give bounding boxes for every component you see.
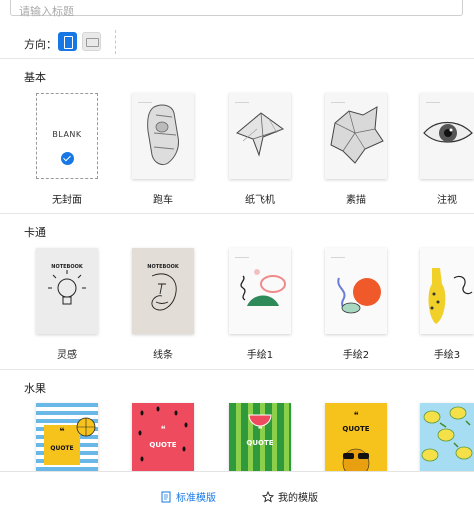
card-label: 灵感 [57, 350, 77, 361]
handdrawn-shapes-2 [337, 277, 381, 314]
divider [0, 58, 474, 59]
template-card-gaze[interactable] [420, 93, 474, 179]
watermelon-icon [248, 414, 272, 427]
tab-my-templates[interactable]: 我的模版 [262, 489, 318, 504]
card-label: 手绘1 [246, 350, 274, 361]
orientation-row: 方向： [0, 28, 474, 58]
template-card-inspiration[interactable]: NOTEBOOK [36, 248, 98, 334]
handdrawn-shapes-3 [428, 268, 473, 324]
template-card-fruit-2[interactable]: ❝ QUOTE [132, 403, 194, 471]
template-card-handdrawn-2[interactable] [325, 248, 387, 334]
line-face-drawing [151, 273, 177, 311]
card-label: 纸飞机 [245, 195, 275, 206]
quote-mark-icon: ❝ [160, 425, 166, 435]
divider [0, 369, 474, 370]
blank-cover-text: BLANK [52, 130, 82, 139]
crumpled-paper-sketch [330, 106, 384, 164]
search-input[interactable] [11, 4, 462, 19]
section-title-basic: 基本 [24, 71, 46, 84]
quote-mark-icon: ❝ [257, 425, 263, 435]
card-label: 跑车 [153, 195, 173, 206]
template-card-sketch[interactable] [325, 93, 387, 179]
tab-label: 标准模版 [176, 493, 216, 504]
template-card-lines[interactable]: NOTEBOOK [132, 248, 194, 334]
orientation-label: 方向： [24, 38, 57, 51]
section-title-cartoon: 卡通 [24, 226, 46, 239]
divider [115, 30, 116, 54]
divider [0, 213, 474, 214]
template-card-fruit-4[interactable]: ❝ QUOTE [325, 403, 387, 471]
lemon-slice-icon [76, 417, 96, 437]
document-icon [161, 491, 171, 502]
lemon-pattern [421, 406, 473, 462]
tab-label: 我的模版 [278, 493, 318, 504]
template-card-fruit-1[interactable]: ❝ QUOTE [36, 403, 98, 471]
paper-plane-sketch [236, 112, 285, 157]
portrait-orientation-button[interactable] [58, 32, 77, 51]
card-label: 线条 [153, 350, 173, 361]
template-card-fruit-3[interactable]: ❝ QUOTE [229, 403, 291, 471]
lightbulb-drawing [48, 270, 86, 305]
bottom-tab-bar: 标准模版 我的模版 [0, 471, 474, 519]
watermelon-seeds [138, 406, 188, 462]
card-label: 素描 [346, 195, 366, 206]
card-label: 注视 [437, 195, 457, 206]
quote-text: QUOTE [246, 439, 274, 447]
star-icon [262, 490, 274, 502]
section-title-fruit: 水果 [24, 382, 46, 395]
handdrawn-shapes-1 [240, 269, 286, 306]
quote-text: QUOTE [149, 441, 177, 449]
card-label: 无封面 [52, 195, 82, 206]
sports-car-sketch [147, 104, 179, 166]
template-card-handdrawn-1[interactable] [229, 248, 291, 334]
card-label: 手绘3 [433, 350, 461, 361]
template-card-fruit-5[interactable] [420, 403, 474, 471]
tab-standard-templates[interactable]: 标准模版 [160, 489, 216, 504]
template-card-paper-plane[interactable] [229, 93, 291, 179]
template-card-blank[interactable]: BLANK [36, 93, 98, 179]
template-card-sports-car[interactable] [132, 93, 194, 179]
template-card-handdrawn-3[interactable] [420, 248, 474, 334]
eye-sketch [423, 121, 473, 143]
search-box[interactable] [10, 0, 463, 19]
selected-check-icon [61, 152, 74, 165]
landscape-orientation-button[interactable] [82, 32, 101, 51]
card-label: 手绘2 [342, 350, 370, 361]
pineapple-sunglasses-icon [342, 448, 370, 471]
